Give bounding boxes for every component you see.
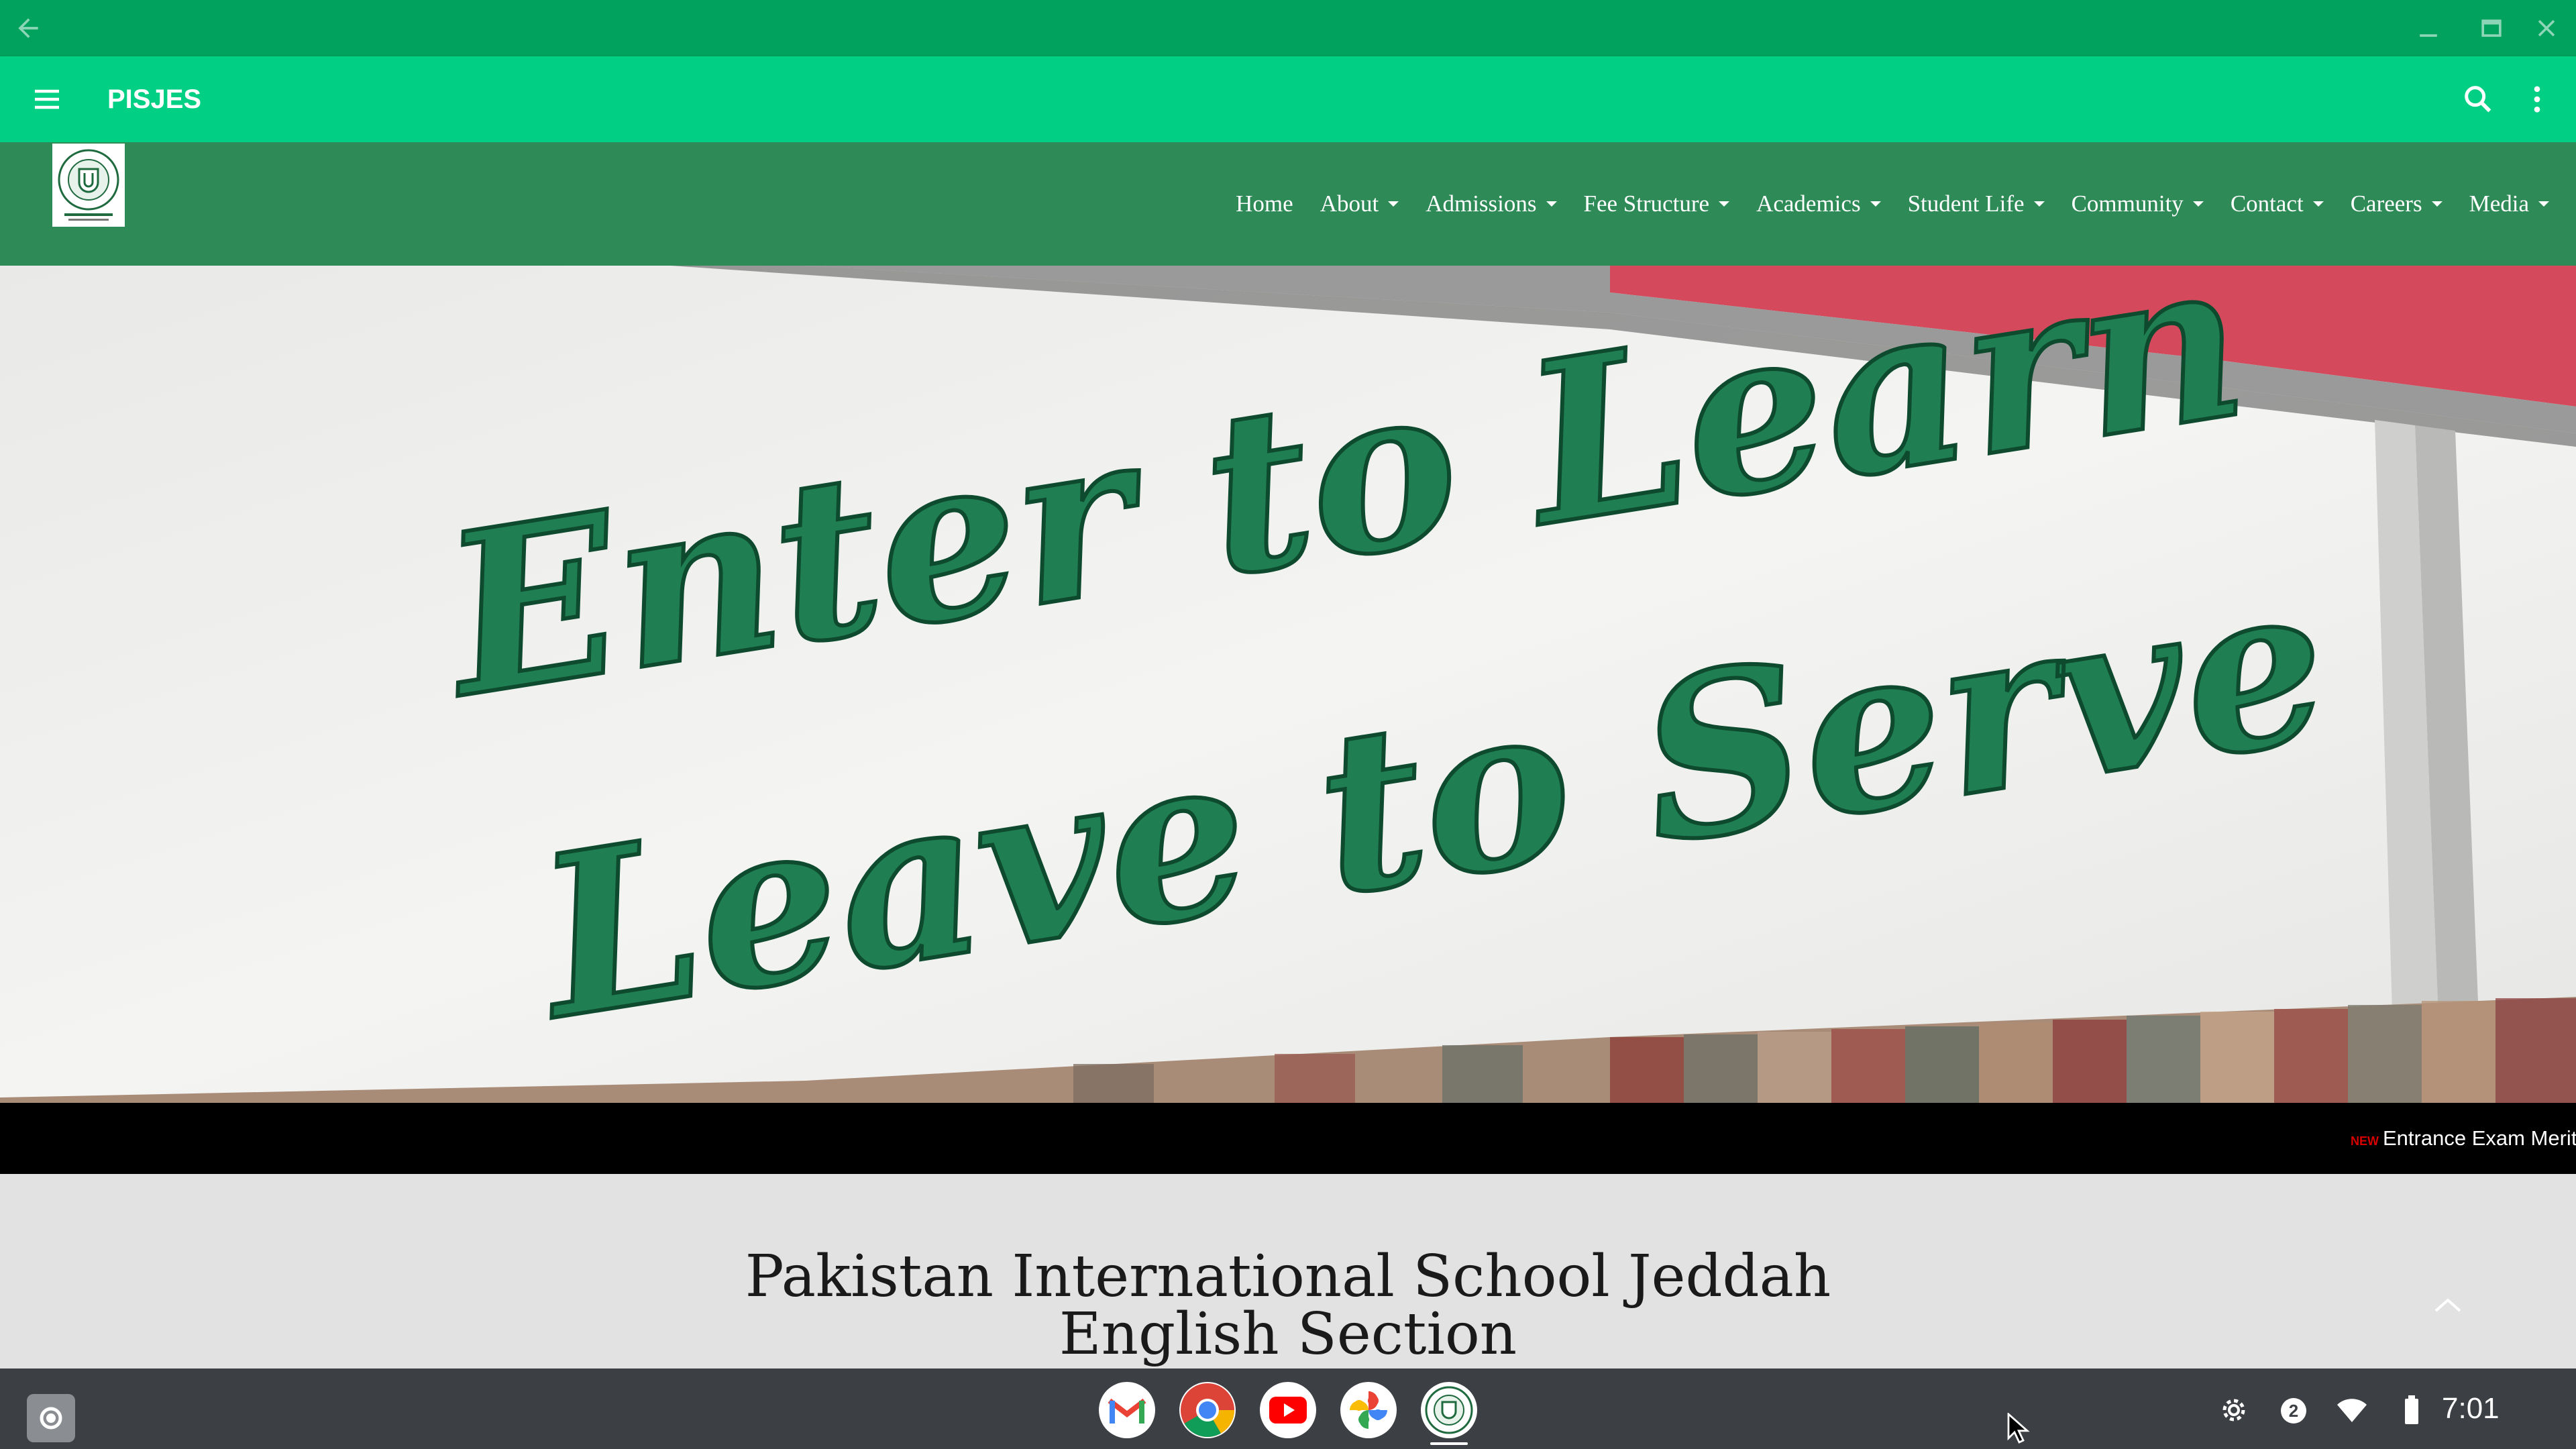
caret-down-icon	[2033, 201, 2045, 207]
school-crest-icon	[58, 149, 119, 221]
back-arrow-icon[interactable]	[13, 13, 43, 43]
nav-media[interactable]: Media	[2456, 177, 2563, 231]
photos-pinwheel-icon	[1350, 1391, 1387, 1429]
main-navigation: Home About Admissions Fee Structure Acad…	[1222, 177, 2563, 231]
nav-academics[interactable]: Academics	[1743, 177, 1894, 231]
caret-down-icon	[2538, 201, 2549, 207]
caret-down-icon	[2192, 201, 2204, 207]
scroll-to-top-chevron-icon[interactable]	[2432, 1295, 2464, 1315]
gmail-icon	[1108, 1398, 1146, 1424]
app-bar: PISJES	[0, 56, 2576, 142]
nav-community[interactable]: Community	[2058, 177, 2217, 231]
hamburger-menu-icon[interactable]	[31, 83, 63, 115]
chrome-icon	[1181, 1383, 1234, 1437]
nav-label: Home	[1236, 191, 1293, 217]
launcher-icon	[40, 1407, 62, 1430]
system-shelf: 2 7:01	[0, 1368, 2576, 1449]
title-line-2: English Section	[1059, 1301, 1517, 1368]
caret-down-icon	[1870, 201, 1881, 207]
nav-about[interactable]: About	[1307, 177, 1413, 231]
notification-count-badge[interactable]: 2	[2281, 1398, 2306, 1424]
title-line-1: Pakistan International School Jeddah	[745, 1243, 1831, 1310]
site-header: Home About Admissions Fee Structure Acad…	[0, 142, 2576, 266]
pisjes-app-icon[interactable]	[1421, 1382, 1477, 1438]
search-icon[interactable]	[2461, 82, 2496, 117]
nav-label: Student Life	[1907, 191, 2025, 217]
school-crest-app-icon	[1425, 1386, 1473, 1434]
app-title: PISJES	[107, 85, 202, 114]
wifi-icon[interactable]	[2336, 1395, 2368, 1425]
new-badge: NEW	[2351, 1134, 2379, 1148]
caret-down-icon	[2431, 201, 2443, 207]
nav-label: Media	[2469, 191, 2529, 217]
nav-home[interactable]: Home	[1222, 177, 1307, 231]
caret-down-icon	[1546, 201, 1557, 207]
gmail-app-icon[interactable]	[1099, 1382, 1155, 1438]
nav-careers[interactable]: Careers	[2337, 177, 2456, 231]
ticker-text: Entrance Exam Merit	[2383, 1126, 2576, 1150]
launcher-button[interactable]	[27, 1394, 75, 1442]
chrome-app-icon[interactable]	[1179, 1382, 1236, 1438]
nav-label: Academics	[1756, 191, 1861, 217]
close-icon[interactable]	[2532, 13, 2561, 43]
nav-label: Contact	[2230, 191, 2304, 217]
mouse-cursor-icon	[2007, 1413, 2030, 1444]
caret-down-icon	[1719, 201, 1730, 207]
hero-banner: Enter to Learn Leave to Serve	[0, 266, 2576, 1103]
nav-label: Careers	[2350, 191, 2422, 217]
photos-app-icon[interactable]	[1340, 1382, 1397, 1438]
youtube-app-icon[interactable]	[1260, 1382, 1316, 1438]
nav-fee-structure[interactable]: Fee Structure	[1570, 177, 1743, 231]
youtube-icon	[1269, 1397, 1307, 1424]
ticker-item[interactable]: NEW Entrance Exam Merit	[2351, 1103, 2576, 1174]
system-clock[interactable]: 7:01	[2442, 1368, 2500, 1449]
nav-student-life[interactable]: Student Life	[1894, 177, 2058, 231]
settings-gear-icon[interactable]	[2218, 1394, 2250, 1426]
nav-admissions[interactable]: Admissions	[1412, 177, 1570, 231]
nav-label: Admissions	[1426, 191, 1537, 217]
more-vert-icon[interactable]	[2520, 82, 2555, 117]
minimize-icon[interactable]	[2414, 13, 2443, 43]
nav-label: Community	[2071, 191, 2184, 217]
battery-icon[interactable]	[2402, 1395, 2422, 1425]
active-app-indicator	[1430, 1442, 1468, 1445]
caret-down-icon	[2312, 201, 2324, 207]
nav-contact[interactable]: Contact	[2217, 177, 2337, 231]
window-title-bar	[0, 0, 2576, 56]
hero-sign-image: Enter to Learn Leave to Serve	[0, 266, 2576, 1103]
page-title: Pakistan International School Jeddah Eng…	[0, 1248, 2576, 1363]
main-content: Pakistan International School Jeddah Eng…	[0, 1174, 2576, 1368]
news-ticker: NEW Entrance Exam Merit	[0, 1103, 2576, 1174]
nav-label: Fee Structure	[1583, 191, 1710, 217]
school-logo[interactable]	[52, 144, 125, 227]
nav-label: About	[1320, 191, 1379, 217]
caret-down-icon	[1388, 201, 1399, 207]
restore-icon[interactable]	[2477, 13, 2506, 43]
